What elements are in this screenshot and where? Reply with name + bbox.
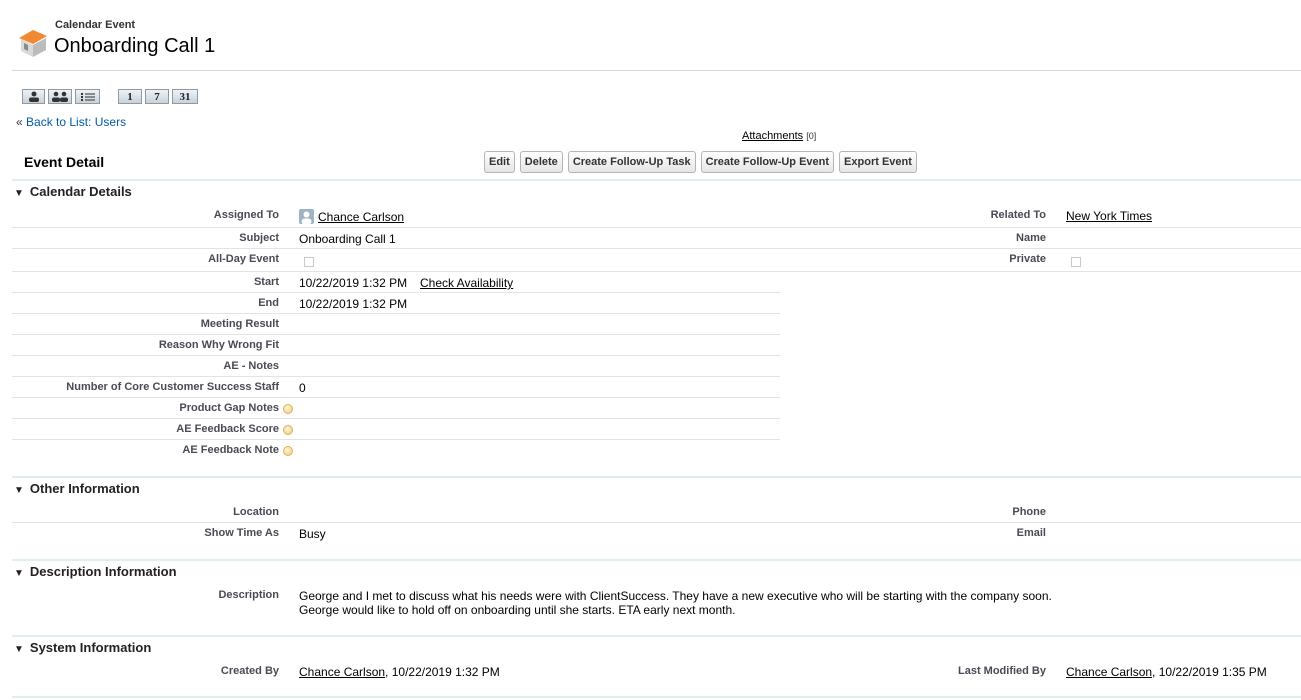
row-divider: [12, 439, 780, 440]
header-divider: [12, 70, 1301, 71]
row-divider: [12, 334, 780, 335]
description-label: Description: [218, 589, 279, 601]
ae-feedback-score-label: AE Feedback Score: [176, 423, 279, 435]
last-modified-by-label: Last Modified By: [957, 665, 1046, 677]
week-view-button[interactable]: 7: [145, 89, 169, 104]
subject-label: Subject: [239, 232, 279, 244]
record-type-label: Calendar Event: [55, 19, 136, 31]
multi-user-view-button[interactable]: [48, 89, 72, 104]
core-staff-label: Number of Core Customer Success Staff: [66, 381, 279, 393]
subject-value: Onboarding Call 1: [299, 232, 396, 246]
multi-user-view-icon: [52, 91, 68, 102]
meeting-result-label: Meeting Result: [200, 318, 279, 330]
ae-notes-label: AE - Notes: [223, 360, 279, 372]
row-divider: [12, 418, 780, 419]
back-link-row: « Back to List: Users: [16, 115, 126, 129]
section-divider: [12, 696, 1301, 698]
section-divider: [12, 179, 1301, 181]
user-avatar-icon: [299, 209, 314, 224]
private-label: Private: [1009, 253, 1046, 265]
assigned-to-label: Assigned To: [213, 209, 279, 221]
start-label: Start: [253, 276, 279, 288]
system-information-header[interactable]: ▼ System Information: [14, 640, 151, 655]
all-day-event-label: All-Day Event: [208, 253, 279, 265]
help-icon[interactable]: [283, 404, 293, 414]
section-title: System Information: [29, 640, 152, 655]
attachments-link-row: Attachments [0]: [742, 130, 816, 142]
list-view-icon: [80, 92, 95, 101]
event-detail-title: Event Detail: [24, 154, 105, 170]
row-divider: [12, 376, 780, 377]
section-divider: [12, 476, 1301, 478]
core-staff-value: 0: [299, 381, 306, 395]
description-line-2: George would like to hold off on onboard…: [299, 603, 736, 617]
help-icon[interactable]: [283, 425, 293, 435]
modified-date: , 10/22/2019 1:35 PM: [1152, 665, 1267, 679]
last-modified-by-value: Chance Carlson, 10/22/2019 1:35 PM: [1066, 665, 1267, 679]
reason-wrong-fit-label: Reason Why Wrong Fit: [158, 339, 279, 351]
collapse-triangle-icon[interactable]: ▼: [14, 188, 24, 199]
event-detail-buttons: Edit Delete Create Follow-Up Task Create…: [484, 151, 917, 173]
create-follow-up-task-button[interactable]: Create Follow-Up Task: [567, 151, 696, 173]
month-view-button[interactable]: 31: [172, 89, 198, 104]
description-line-1: George and I met to discuss what his nee…: [299, 589, 1052, 603]
email-label: Email: [1016, 527, 1046, 539]
start-value: 10/22/2019 1:32 PM: [299, 276, 408, 290]
list-view-button[interactable]: [75, 89, 100, 104]
created-by-label: Created By: [220, 665, 279, 677]
collapse-triangle-icon[interactable]: ▼: [14, 568, 24, 579]
calendar-details-header[interactable]: ▼ Calendar Details: [14, 184, 132, 199]
row-divider: [12, 313, 780, 314]
created-by-link[interactable]: Chance Carlson: [299, 665, 385, 679]
section-divider: [12, 635, 1301, 637]
single-user-view-icon: [28, 91, 39, 102]
row-divider: [12, 397, 780, 398]
collapse-triangle-icon[interactable]: ▼: [14, 644, 24, 655]
phone-label: Phone: [1012, 506, 1046, 518]
product-gap-notes-label: Product Gap Notes: [179, 402, 279, 414]
show-time-as-value: Busy: [299, 527, 326, 541]
ae-feedback-note-label: AE Feedback Note: [182, 444, 279, 456]
created-by-value: Chance Carlson, 10/22/2019 1:32 PM: [299, 665, 500, 679]
private-checkbox: [1071, 257, 1081, 267]
attachments-link[interactable]: Attachments: [742, 130, 803, 142]
back-link-prefix: «: [16, 115, 23, 129]
row-divider: [12, 227, 1301, 228]
page-title: Onboarding Call 1: [54, 35, 216, 57]
section-title: Description Information: [29, 564, 177, 579]
row-divider: [12, 522, 1301, 523]
related-to-link[interactable]: New York Times: [1066, 209, 1152, 223]
end-label: End: [258, 297, 279, 309]
location-label: Location: [233, 506, 279, 518]
row-divider: [12, 355, 780, 356]
row-divider: [12, 292, 780, 293]
export-event-button[interactable]: Export Event: [839, 151, 917, 173]
delete-button[interactable]: Delete: [519, 151, 563, 173]
single-user-view-button[interactable]: [22, 89, 45, 104]
description-information-header[interactable]: ▼ Description Information: [14, 564, 177, 579]
all-day-event-checkbox: [304, 257, 314, 267]
check-availability-link[interactable]: Check Availability: [420, 276, 513, 290]
created-date: , 10/22/2019 1:32 PM: [385, 665, 500, 679]
name-label: Name: [1016, 232, 1046, 244]
end-value: 10/22/2019 1:32 PM: [299, 297, 408, 311]
assigned-to-link[interactable]: Chance Carlson: [318, 210, 404, 224]
related-to-label: Related To: [990, 209, 1046, 221]
section-title: Calendar Details: [29, 184, 132, 199]
last-modified-by-link[interactable]: Chance Carlson: [1066, 665, 1152, 679]
show-time-as-label: Show Time As: [204, 527, 279, 539]
collapse-triangle-icon[interactable]: ▼: [14, 485, 24, 496]
row-divider: [12, 248, 1301, 249]
attachments-count: [0]: [806, 131, 817, 141]
section-divider: [12, 559, 1301, 561]
section-title: Other Information: [29, 481, 140, 496]
edit-button[interactable]: Edit: [484, 151, 515, 173]
back-to-list-link[interactable]: Back to List: Users: [26, 115, 126, 129]
day-view-button[interactable]: 1: [118, 89, 142, 104]
row-divider: [12, 271, 1301, 272]
create-follow-up-event-button[interactable]: Create Follow-Up Event: [700, 151, 835, 173]
other-information-header[interactable]: ▼ Other Information: [14, 481, 140, 496]
calendar-house-icon: [19, 30, 47, 57]
help-icon[interactable]: [283, 446, 293, 456]
